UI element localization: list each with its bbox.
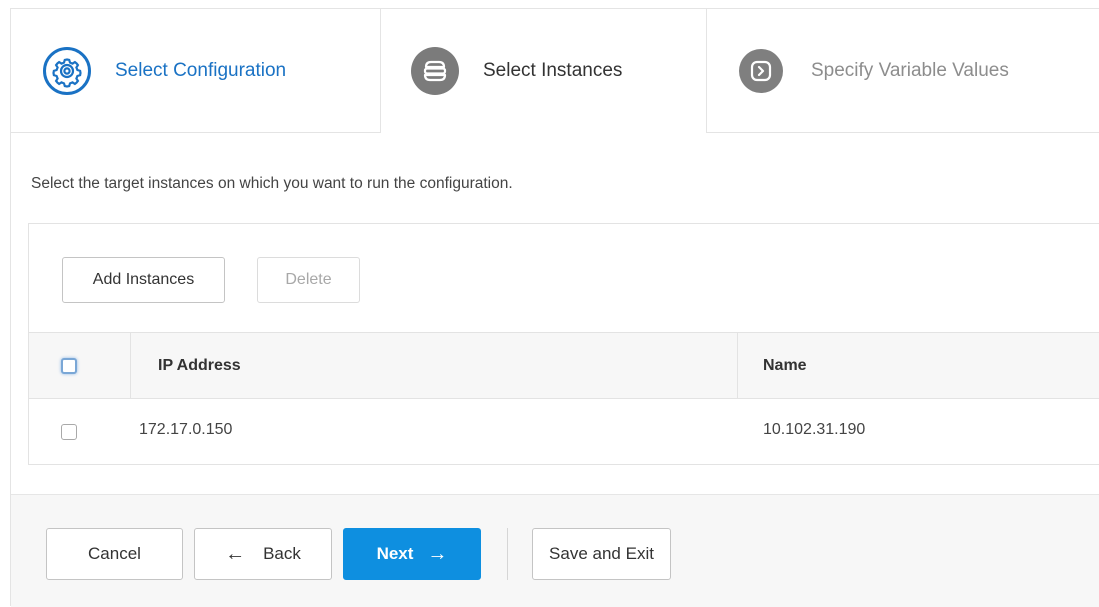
back-label: Back bbox=[263, 544, 301, 563]
arrow-right-icon: → bbox=[427, 543, 448, 565]
table-row[interactable]: 172.17.0.150 10.102.31.190 bbox=[29, 399, 1099, 464]
wizard-footer: Cancel ← Back Next → Save and Exit bbox=[11, 494, 1099, 607]
delete-button[interactable]: Delete bbox=[257, 257, 360, 303]
select-column-header bbox=[29, 333, 131, 398]
step-label: Specify Variable Values bbox=[811, 59, 1009, 81]
instructions-text: Select the target instances on which you… bbox=[31, 175, 513, 192]
instances-panel: Add Instances Delete IP Address Name 172… bbox=[28, 223, 1099, 465]
step-specify-variable-values[interactable]: Specify Variable Values bbox=[706, 9, 1099, 133]
step-label: Select Configuration bbox=[115, 59, 287, 81]
next-label: Next bbox=[376, 544, 414, 563]
cell-ip-address: 172.17.0.150 bbox=[139, 421, 233, 438]
cancel-button[interactable]: Cancel bbox=[46, 528, 183, 580]
column-header-name[interactable]: Name bbox=[763, 357, 807, 375]
chevron-right-icon bbox=[739, 48, 783, 93]
row-checkbox[interactable] bbox=[61, 424, 77, 440]
cell-name: 10.102.31.190 bbox=[763, 421, 866, 438]
step-select-configuration[interactable]: Select Configuration bbox=[11, 9, 381, 133]
add-instances-button[interactable]: Add Instances bbox=[62, 257, 225, 303]
server-icon bbox=[411, 47, 459, 95]
column-header-ip: IP Address bbox=[158, 357, 241, 374]
step-label: Select Instances bbox=[483, 60, 623, 81]
back-button[interactable]: ← Back bbox=[194, 528, 332, 580]
save-label: Save and Exit bbox=[549, 544, 654, 563]
wizard-frame: Select Configuration Select Instances Sp… bbox=[10, 8, 1099, 607]
table-header: IP Address Name bbox=[29, 332, 1099, 399]
save-and-exit-button[interactable]: Save and Exit bbox=[532, 528, 671, 580]
footer-divider bbox=[507, 528, 508, 580]
select-all-checkbox[interactable] bbox=[61, 358, 77, 374]
ip-column-header[interactable]: IP Address bbox=[131, 333, 738, 398]
wizard-steps: Select Configuration Select Instances Sp… bbox=[11, 9, 1099, 133]
arrow-left-icon: ← bbox=[225, 543, 246, 565]
gear-icon bbox=[43, 46, 91, 95]
next-button[interactable]: Next → bbox=[343, 528, 481, 580]
step-select-instances[interactable]: Select Instances bbox=[381, 9, 706, 133]
cancel-label: Cancel bbox=[88, 544, 141, 563]
